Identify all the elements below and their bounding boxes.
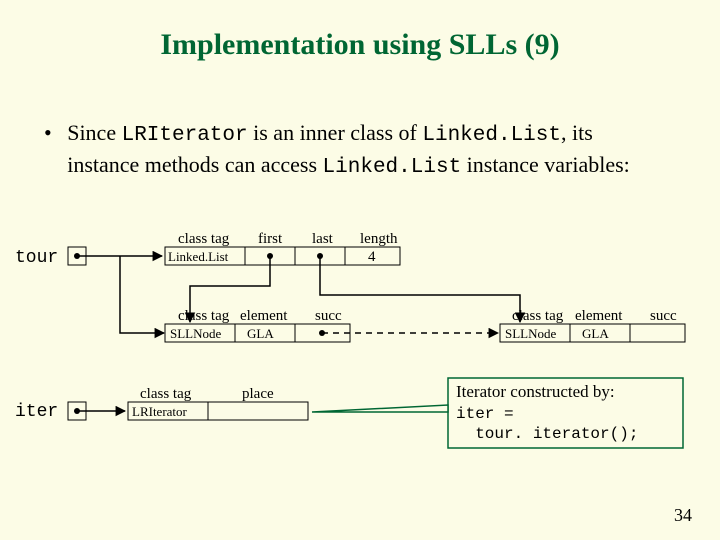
val-gla-1: GLA bbox=[247, 326, 274, 341]
val-length: 4 bbox=[368, 249, 376, 265]
var-tour-label: tour bbox=[15, 248, 58, 268]
hdr-succ-n1: succ bbox=[315, 308, 342, 324]
var-iter-label: iter bbox=[15, 402, 58, 422]
callout-l2: iter = bbox=[456, 405, 514, 423]
hdr-classtag-n1: class tag bbox=[178, 308, 230, 324]
val-lriterator: LRIterator bbox=[132, 404, 188, 419]
hdr-length: length bbox=[360, 231, 398, 247]
hdr-classtag-iter: class tag bbox=[140, 386, 192, 402]
val-sllnode-1: SLLNode bbox=[170, 326, 222, 341]
hdr-succ-n2: succ bbox=[650, 308, 677, 324]
diagram-svg: tour class tag first last length Linked.… bbox=[0, 0, 720, 540]
hdr-element-n1: element bbox=[240, 308, 288, 324]
val-gla-2: GLA bbox=[582, 326, 609, 341]
hdr-last: last bbox=[312, 231, 334, 247]
hdr-place: place bbox=[242, 386, 274, 402]
hdr-classtag-ll: class tag bbox=[178, 231, 230, 247]
val-linkedlist: Linked.List bbox=[168, 249, 229, 264]
callout-l1: Iterator constructed by: bbox=[456, 382, 615, 401]
hdr-element-n2: element bbox=[575, 308, 623, 324]
hdr-classtag-n2: class tag bbox=[512, 308, 564, 324]
val-sllnode-2: SLLNode bbox=[505, 326, 557, 341]
callout-l3: tour. iterator(); bbox=[456, 425, 638, 443]
hdr-first: first bbox=[258, 231, 283, 247]
page-number: 34 bbox=[674, 505, 692, 526]
